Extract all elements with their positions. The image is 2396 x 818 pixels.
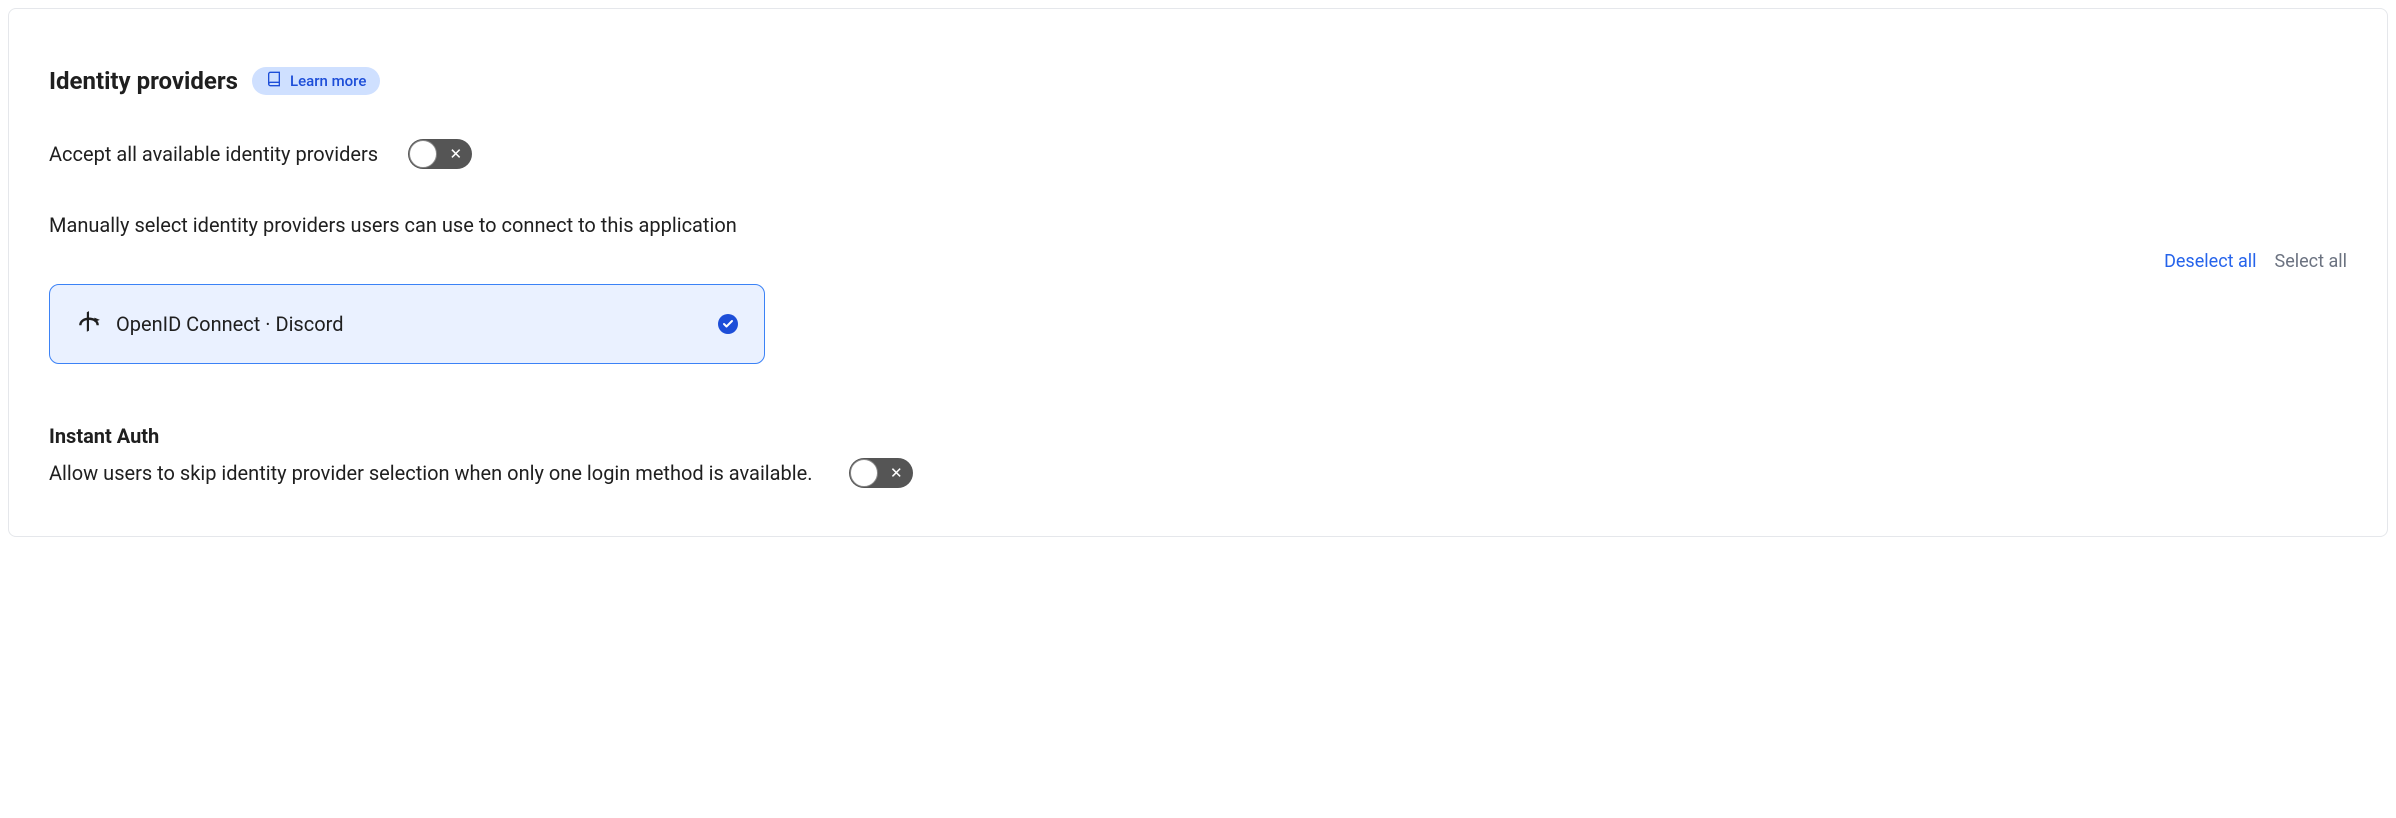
toggle-knob	[409, 140, 437, 168]
x-icon: ✕	[890, 466, 903, 481]
learn-more-label: Learn more	[290, 72, 366, 90]
section-title: Identity providers	[49, 67, 238, 95]
provider-card[interactable]: OpenID Connect · Discord	[49, 284, 765, 364]
book-icon	[266, 71, 282, 91]
instant-auth-description: Allow users to skip identity provider se…	[49, 461, 813, 485]
instant-auth-title: Instant Auth	[49, 424, 2347, 448]
provider-label: OpenID Connect · Discord	[116, 312, 344, 336]
instant-auth-row: Allow users to skip identity provider se…	[49, 458, 2347, 488]
manual-select-description: Manually select identity providers users…	[49, 213, 2347, 237]
select-all-button[interactable]: Select all	[2275, 251, 2347, 272]
openid-icon	[76, 309, 102, 339]
section-header: Identity providers Learn more	[49, 67, 2347, 95]
check-icon	[718, 314, 738, 334]
select-actions: Deselect all Select all	[49, 251, 2347, 272]
provider-left: OpenID Connect · Discord	[76, 309, 344, 339]
accept-all-row: Accept all available identity providers …	[49, 139, 2347, 169]
accept-all-toggle[interactable]: ✕	[408, 139, 472, 169]
toggle-knob	[850, 459, 878, 487]
identity-providers-panel: Identity providers Learn more Accept all…	[8, 8, 2388, 537]
deselect-all-button[interactable]: Deselect all	[2164, 251, 2256, 272]
accept-all-label: Accept all available identity providers	[49, 142, 378, 166]
learn-more-button[interactable]: Learn more	[252, 67, 380, 95]
x-icon: ✕	[450, 147, 463, 162]
instant-auth-toggle[interactable]: ✕	[849, 458, 913, 488]
